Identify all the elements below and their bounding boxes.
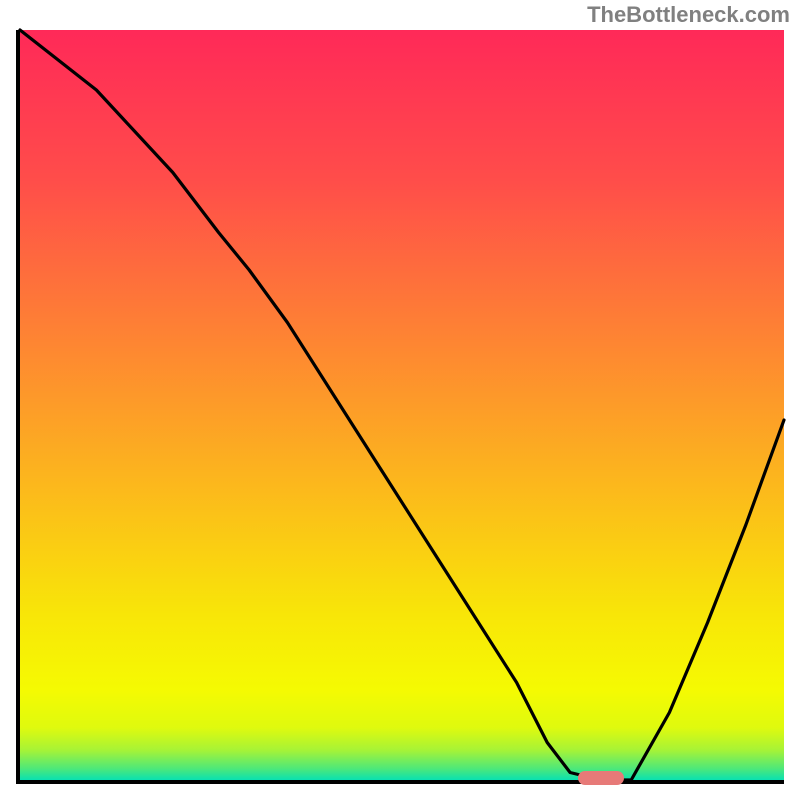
plot-area <box>20 30 784 780</box>
chart-svg <box>20 30 784 780</box>
gradient-rect <box>20 30 784 780</box>
watermark-text: TheBottleneck.com <box>587 2 790 28</box>
optimal-range-marker <box>578 771 624 785</box>
chart-container: TheBottleneck.com <box>0 0 800 800</box>
